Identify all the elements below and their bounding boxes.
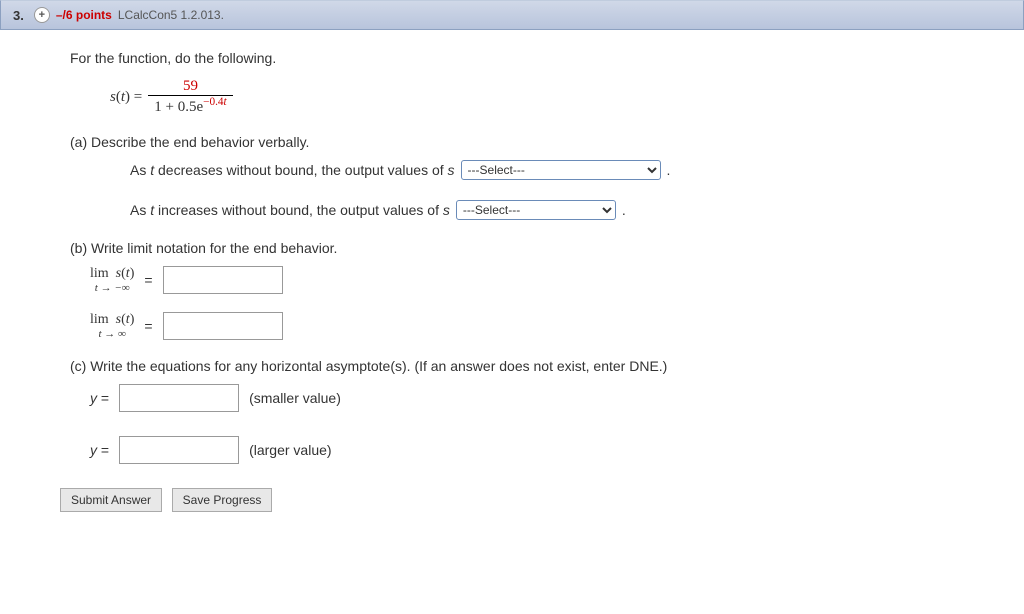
- select-decrease[interactable]: ---Select---: [461, 160, 661, 180]
- question-header: 3. + –/6 points LCalcCon5 1.2.013.: [0, 0, 1024, 30]
- asymptote-larger-row: y = (larger value): [90, 436, 1004, 464]
- formula-display: s(t) = 59 1 + 0.5e−0.4t: [110, 78, 1004, 116]
- input-asymptote-smaller[interactable]: [119, 384, 239, 412]
- submit-answer-button[interactable]: Submit Answer: [60, 488, 162, 512]
- select-increase[interactable]: ---Select---: [456, 200, 616, 220]
- larger-label: (larger value): [249, 442, 331, 458]
- part-a: (a) Describe the end behavior verbally. …: [70, 134, 1004, 220]
- part-a-row1: As t decreases without bound, the output…: [130, 160, 1004, 180]
- instruction-text: For the function, do the following.: [70, 50, 1004, 66]
- input-limit-pos[interactable]: [163, 312, 283, 340]
- smaller-label: (smaller value): [249, 390, 341, 406]
- asymptote-smaller-row: y = (smaller value): [90, 384, 1004, 412]
- expand-icon[interactable]: +: [34, 7, 50, 23]
- question-content: For the function, do the following. s(t)…: [0, 30, 1024, 532]
- part-a-label: (a) Describe the end behavior verbally.: [70, 134, 1004, 150]
- input-asymptote-larger[interactable]: [119, 436, 239, 464]
- input-limit-neg[interactable]: [163, 266, 283, 294]
- source-label: LCalcCon5 1.2.013.: [118, 8, 224, 22]
- points-label: –/6 points: [56, 8, 112, 22]
- formula-numerator: 59: [148, 78, 232, 96]
- part-c-label: (c) Write the equations for any horizont…: [70, 358, 1004, 374]
- button-row: Submit Answer Save Progress: [60, 488, 1004, 512]
- limit-neg-inf-row: lim s(t) t → −∞ =: [90, 266, 1004, 294]
- question-number: 3.: [13, 8, 24, 23]
- part-a-row2: As t increases without bound, the output…: [130, 200, 1004, 220]
- part-c: (c) Write the equations for any horizont…: [70, 358, 1004, 464]
- formula-denominator: 1 + 0.5e−0.4t: [148, 96, 232, 116]
- limit-pos-inf: lim s(t) t → ∞: [90, 312, 134, 339]
- part-b: (b) Write limit notation for the end beh…: [70, 240, 1004, 340]
- save-progress-button[interactable]: Save Progress: [172, 488, 273, 512]
- limit-pos-inf-row: lim s(t) t → ∞ =: [90, 312, 1004, 340]
- part-b-label: (b) Write limit notation for the end beh…: [70, 240, 1004, 256]
- limit-neg-inf: lim s(t) t → −∞: [90, 266, 134, 293]
